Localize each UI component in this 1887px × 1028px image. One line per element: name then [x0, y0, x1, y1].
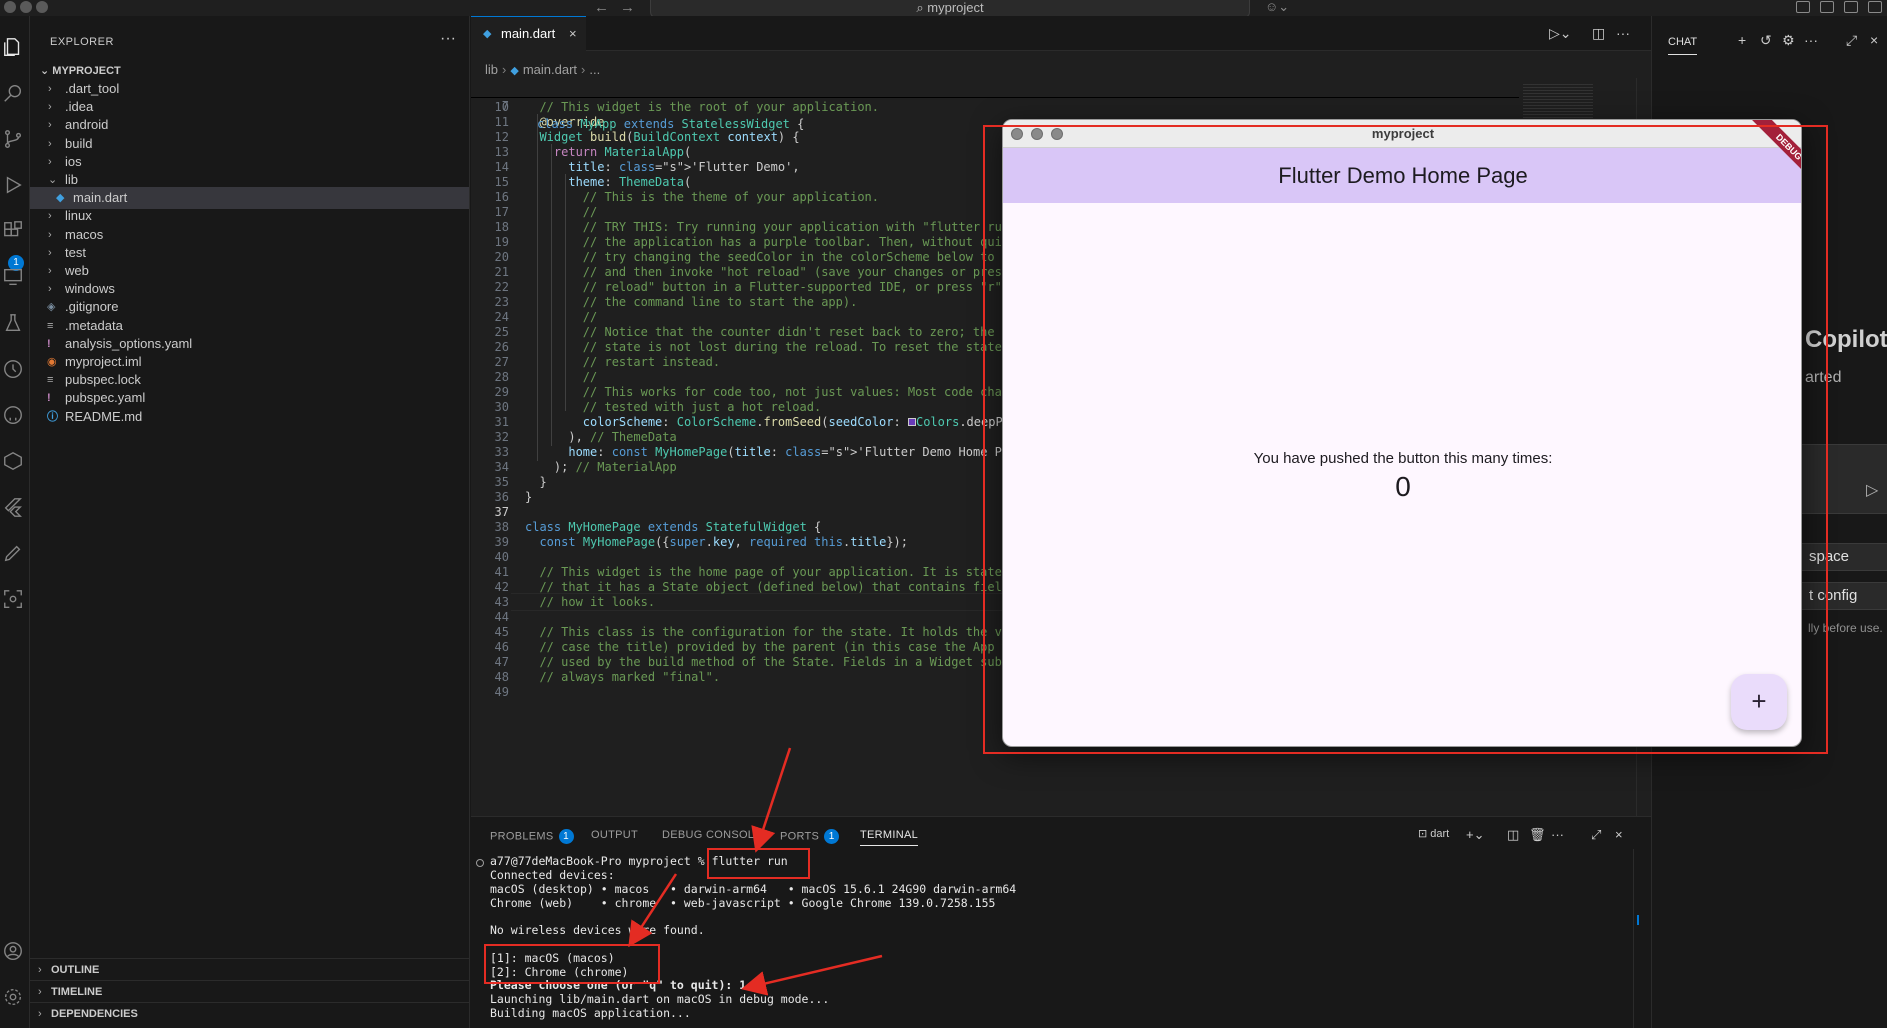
indent-guide — [537, 114, 538, 461]
edit-icon[interactable] — [2, 542, 26, 566]
new-terminal-icon[interactable]: +⌄ — [1466, 827, 1484, 843]
tab-main-dart[interactable]: ◆ main.dart × — [471, 16, 586, 51]
minimize-window-button[interactable] — [20, 1, 32, 13]
tab-chat[interactable]: CHAT — [1668, 36, 1698, 55]
timeline-section[interactable]: › TIMELINE — [30, 980, 469, 1002]
dart-file-icon: ◆ — [510, 65, 519, 77]
indent-guide — [565, 174, 566, 411]
chevron-right-icon: › — [581, 62, 586, 77]
more-actions-icon[interactable]: ··· — [440, 30, 456, 48]
maximize-icon[interactable]: ⤢ — [1846, 32, 1857, 49]
more-icon[interactable]: ··· — [1804, 32, 1818, 48]
sticky-scroll[interactable]: 7 class MyApp extends StatelessWidget { — [471, 78, 1519, 131]
activity-bar: 1 — [0, 16, 30, 1028]
settings-gear-icon[interactable] — [2, 986, 26, 1010]
info-file-icon: ⓘ — [47, 410, 58, 423]
file-tree-label: README.md — [65, 408, 143, 424]
back-arrow-icon[interactable]: ← — [594, 0, 609, 16]
problems-badge: 1 — [558, 829, 574, 844]
breadcrumb-symbol[interactable]: ... — [589, 62, 600, 77]
search-icon[interactable] — [2, 82, 26, 106]
annotation-box-app-window — [983, 125, 1828, 754]
command-status-icon — [476, 859, 484, 867]
chevron-right-icon: › — [502, 62, 507, 77]
terminal-line: macOS (desktop) • macos • darwin-arm64 •… — [490, 881, 1017, 896]
sticky-line: 7 class MyApp extends StatelessWidget { — [501, 99, 805, 131]
new-chat-icon[interactable]: + — [1738, 32, 1746, 48]
layout-icon[interactable] — [1796, 1, 1810, 13]
explorer-title: EXPLORER — [50, 36, 114, 48]
close-chat-icon[interactable]: × — [1870, 32, 1878, 48]
explorer-sidebar: EXPLORER ··· ⌄ MYPROJECT › .dart_tool › .id… — [30, 16, 470, 1028]
terminal-line: Building macOS application... — [490, 1006, 691, 1020]
github-icon[interactable] — [2, 404, 26, 428]
inspect-icon[interactable] — [2, 588, 26, 612]
split-editor-icon[interactable]: ◫ — [1592, 25, 1605, 42]
outline-section[interactable]: › OUTLINE — [30, 958, 469, 980]
search-icon: ⌕ — [916, 0, 928, 15]
tab-ports[interactable]: PORTS 1 — [780, 829, 840, 844]
extensions-icon[interactable] — [2, 220, 26, 244]
breadcrumb: lib › ◆ main.dart ›... — [485, 62, 600, 77]
split-terminal-icon[interactable]: ◫ — [1507, 827, 1519, 843]
file-tree-item[interactable]: ⓘ README.md — [30, 406, 469, 428]
more-panel-icon[interactable]: ··· — [1551, 827, 1564, 842]
dart-file-icon: ◆ — [483, 28, 492, 40]
timeline-icon[interactable] — [2, 358, 26, 382]
remote-explorer-icon[interactable] — [2, 266, 26, 290]
dependencies-section[interactable]: › DEPENDENCIES — [30, 1002, 469, 1024]
chevron-down-icon: ⌄ — [40, 65, 53, 77]
terminal-line: Launching lib/main.dart on macOS in debu… — [490, 992, 830, 1007]
tab-terminal[interactable]: TERMINAL — [860, 829, 919, 846]
testing-icon[interactable] — [2, 312, 26, 336]
annotation-box-command — [707, 848, 810, 879]
breadcrumb-lib[interactable]: lib — [485, 62, 498, 77]
trash-icon[interactable]: 🗑 — [1529, 827, 1546, 843]
terminal-line: Connected devices: — [490, 868, 615, 882]
project-folder-header[interactable]: ⌄ MYPROJECT — [40, 64, 121, 77]
close-panel-icon[interactable]: × — [1615, 827, 1623, 842]
container-icon[interactable] — [2, 450, 26, 474]
terminal-line: No wireless devices were found. — [490, 923, 705, 938]
chevron-right-icon: › — [38, 986, 42, 998]
annotation-box-devices — [484, 944, 660, 984]
tab-problems[interactable]: PROBLEMS 1 — [490, 829, 574, 844]
breadcrumb-file[interactable]: main.dart — [523, 62, 577, 77]
toggle-panel-icon[interactable] — [1844, 1, 1858, 13]
history-icon[interactable]: ↺ — [1760, 32, 1772, 49]
tab-output[interactable]: OUTPUT — [591, 829, 638, 841]
terminal-line: Chrome (web) • chrome • web-javascript •… — [490, 895, 996, 910]
search-text: myproject — [927, 0, 984, 15]
ports-badge: 1 — [824, 829, 840, 844]
tab-debug-console[interactable]: DEBUG CONSOLE — [662, 829, 762, 841]
chevron-right-icon: › — [38, 964, 42, 976]
maximize-panel-icon[interactable]: ⤢ — [1591, 827, 1601, 843]
bottom-panel: PROBLEMS 1 OUTPUT DEBUG CONSOLE PORTS 1 TE… — [471, 816, 1651, 1028]
run-dart-icon[interactable]: ▷⌄ — [1549, 25, 1572, 42]
indent-guide — [551, 144, 552, 446]
terminal-scrollbar[interactable] — [1633, 849, 1641, 1028]
zoom-window-button[interactable] — [36, 1, 48, 13]
terminal-profile[interactable]: ⊡ dart — [1418, 827, 1449, 840]
toggle-sidebar-icon[interactable] — [1820, 1, 1834, 13]
window-titlebar: ← → ⌕ myproject ☺⌄ — [0, 0, 1887, 18]
run-debug-icon[interactable] — [2, 174, 26, 198]
explorer-icon[interactable] — [2, 36, 26, 60]
more-editor-actions-icon[interactable]: ··· — [1616, 25, 1630, 41]
forward-arrow-icon[interactable]: → — [620, 0, 635, 16]
copilot-icon[interactable]: ☺⌄ — [1265, 0, 1289, 15]
toggle-secondary-sidebar-icon[interactable] — [1868, 1, 1882, 13]
settings-icon[interactable]: ⚙ — [1782, 32, 1795, 49]
editor-tabs: ◆ main.dart × ▷⌄ ◫ ··· — [471, 16, 1651, 51]
close-tab-icon[interactable]: × — [569, 17, 577, 51]
send-icon[interactable]: ▷ — [1866, 480, 1878, 500]
line-number: 49 — [494, 685, 509, 699]
chevron-right-icon: › — [38, 1008, 42, 1020]
close-window-button[interactable] — [4, 1, 16, 13]
flutter-icon[interactable] — [2, 496, 26, 520]
account-icon[interactable] — [2, 940, 26, 964]
source-control-icon[interactable] — [2, 128, 26, 152]
terminal-icon: ⊡ — [1418, 828, 1431, 840]
